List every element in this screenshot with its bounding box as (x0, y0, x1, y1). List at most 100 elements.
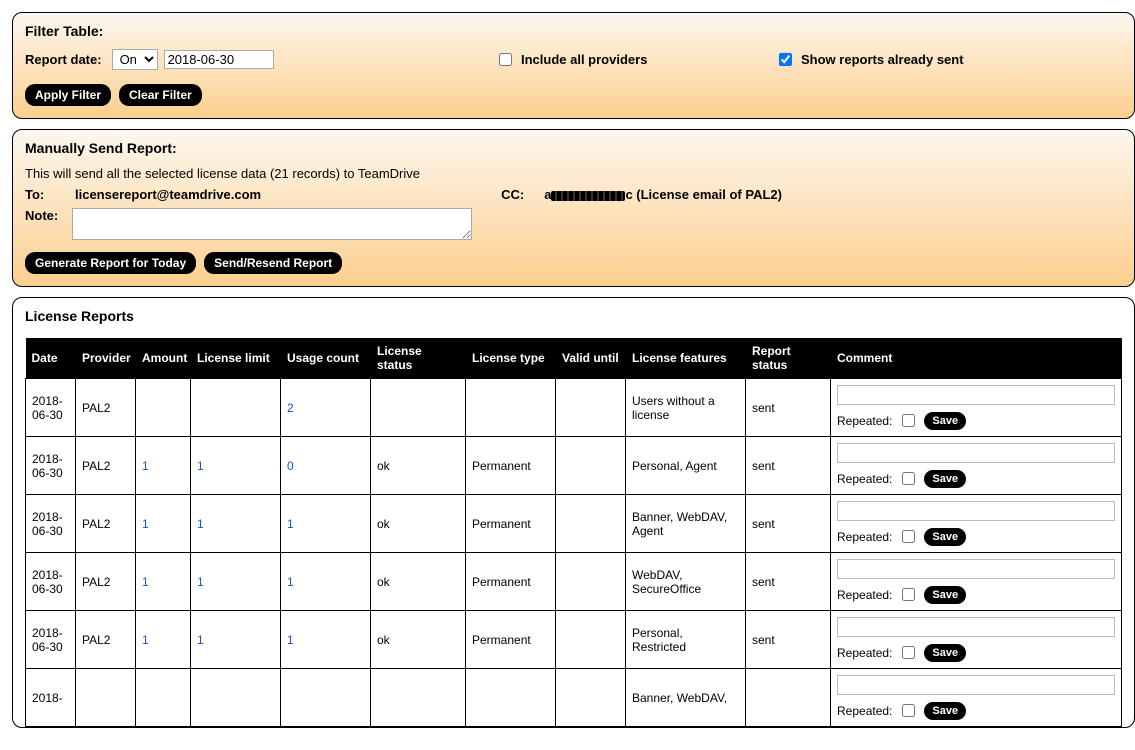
cell-report_status: sent (746, 495, 831, 553)
cell-amount: 1 (136, 553, 191, 611)
save-button[interactable]: Save (924, 586, 966, 604)
include-all-checkbox[interactable] (499, 53, 512, 66)
cell-provider: PAL2 (76, 437, 136, 495)
report-date-when-select[interactable]: On (112, 49, 158, 70)
column-header: Report status (746, 338, 831, 379)
save-button[interactable]: Save (924, 702, 966, 720)
cell-usage: 1 (281, 553, 371, 611)
comment-input[interactable] (837, 675, 1115, 695)
send-panel: Manually Send Report: This will send all… (12, 129, 1135, 287)
send-title: Manually Send Report: (25, 140, 1122, 156)
cell-type: Permanent (466, 495, 556, 553)
column-header: Provider (76, 338, 136, 379)
cell-type (466, 379, 556, 437)
repeated-checkbox[interactable] (902, 530, 915, 543)
cell-usage: 1 (281, 495, 371, 553)
cell-comment: Repeated: Save (831, 611, 1122, 669)
cell-limit (191, 379, 281, 437)
table-row: 2018-06-30PAL2111okPermanentPersonal, Re… (26, 611, 1122, 669)
comment-input[interactable] (837, 385, 1115, 405)
cell-amount: 1 (136, 495, 191, 553)
cell-valid (556, 379, 626, 437)
column-header: Valid until (556, 338, 626, 379)
cell-report_status: sent (746, 437, 831, 495)
column-header: Amount (136, 338, 191, 379)
repeated-checkbox[interactable] (902, 414, 915, 427)
cell-date: 2018-06-30 (26, 553, 76, 611)
cell-provider: PAL2 (76, 611, 136, 669)
comment-input[interactable] (837, 443, 1115, 463)
cell-comment: Repeated: Save (831, 379, 1122, 437)
column-header: Date (26, 338, 76, 379)
redacted-icon (551, 191, 625, 201)
cell-date: 2018-06-30 (26, 437, 76, 495)
cell-usage: 2 (281, 379, 371, 437)
cell-valid (556, 553, 626, 611)
cell-provider (76, 669, 136, 727)
repeated-label: Repeated: (837, 414, 892, 428)
cell-limit: 1 (191, 437, 281, 495)
cell-usage (281, 669, 371, 727)
cell-features: Users without a license (626, 379, 746, 437)
save-button[interactable]: Save (924, 412, 966, 430)
cell-comment: Repeated:Save (831, 495, 1122, 553)
report-date-input[interactable] (164, 50, 274, 69)
cell-provider: PAL2 (76, 495, 136, 553)
comment-input[interactable] (837, 559, 1115, 579)
cell-date: 2018-06-30 (26, 379, 76, 437)
cell-amount (136, 379, 191, 437)
to-value: licensereport@teamdrive.com (75, 187, 261, 202)
cell-comment: Repeated: Save (831, 437, 1122, 495)
repeated-label: Repeated: (837, 704, 892, 718)
cell-status: ok (371, 611, 466, 669)
filter-panel: Filter Table: Report date: On Include al… (12, 12, 1135, 119)
clear-filter-button[interactable]: Clear Filter (119, 84, 202, 106)
note-textarea[interactable] (72, 208, 472, 240)
cell-status (371, 669, 466, 727)
cell-features: Personal, Restricted (626, 611, 746, 669)
cell-status: ok (371, 553, 466, 611)
cell-limit: 1 (191, 553, 281, 611)
filter-title: Filter Table: (25, 23, 1122, 39)
cell-features: Banner, WebDAV, (626, 669, 746, 727)
cell-date: 2018-06-30 (26, 611, 76, 669)
repeated-checkbox[interactable] (902, 646, 915, 659)
column-header: License type (466, 338, 556, 379)
send-desc: This will send all the selected license … (25, 166, 1122, 181)
column-header: License features (626, 338, 746, 379)
cell-report_status (746, 669, 831, 727)
cell-valid (556, 495, 626, 553)
save-button[interactable]: Save (924, 528, 966, 546)
cell-valid (556, 611, 626, 669)
repeated-checkbox[interactable] (902, 588, 915, 601)
cell-report_status: sent (746, 553, 831, 611)
repeated-label: Repeated: (837, 472, 892, 486)
reports-table: DateProviderAmountLicense limitUsage cou… (25, 338, 1122, 727)
comment-input[interactable] (837, 617, 1115, 637)
comment-input[interactable] (837, 501, 1115, 521)
repeated-label: Repeated: (837, 646, 892, 660)
reports-panel: License Reports DateProviderAmountLicens… (12, 297, 1135, 728)
repeated-label: Repeated: (837, 588, 892, 602)
cell-features: Banner, WebDAV, Agent (626, 495, 746, 553)
save-button[interactable]: Save (924, 470, 966, 488)
show-sent-checkbox[interactable] (779, 53, 792, 66)
table-header-row: DateProviderAmountLicense limitUsage cou… (26, 338, 1122, 379)
generate-report-button[interactable]: Generate Report for Today (25, 252, 196, 274)
apply-filter-button[interactable]: Apply Filter (25, 84, 111, 106)
cell-report_status: sent (746, 611, 831, 669)
cc-value: ac (License email of PAL2) (544, 187, 782, 202)
column-header: License status (371, 338, 466, 379)
send-resend-button[interactable]: Send/Resend Report (204, 252, 342, 274)
repeated-checkbox[interactable] (902, 472, 915, 485)
table-row: 2018-06-30PAL2111okPermanentBanner, WebD… (26, 495, 1122, 553)
table-row: 2018-06-30PAL2111okPermanentWebDAV, Secu… (26, 553, 1122, 611)
cell-usage: 0 (281, 437, 371, 495)
save-button[interactable]: Save (924, 644, 966, 662)
repeated-checkbox[interactable] (902, 704, 915, 717)
cell-amount: 1 (136, 437, 191, 495)
cell-comment: Repeated: Save (831, 669, 1122, 727)
show-sent-label: Show reports already sent (801, 52, 964, 67)
cell-status: ok (371, 495, 466, 553)
cell-type: Permanent (466, 611, 556, 669)
